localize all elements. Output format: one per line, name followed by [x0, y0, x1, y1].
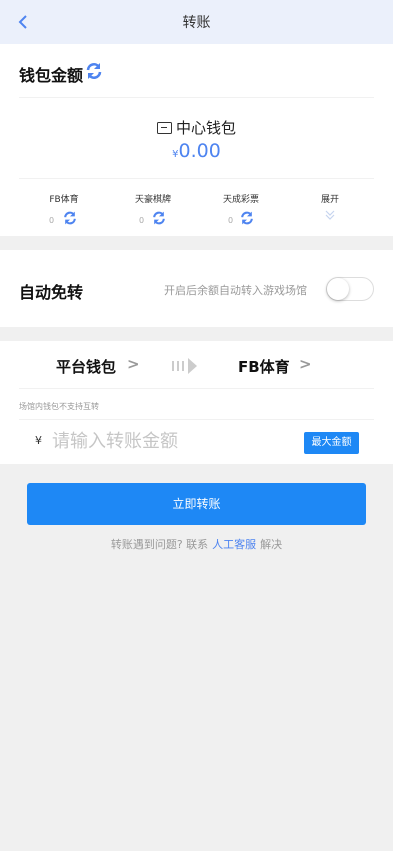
customer-service-link[interactable]: 人工客服	[212, 538, 256, 551]
sub-wallet-value: 0	[228, 216, 234, 225]
sub-wallet-label: 天豪棋牌	[134, 195, 171, 205]
divider	[19, 97, 374, 98]
page-title: 转账	[182, 15, 211, 31]
auto-transfer-toggle[interactable]	[326, 277, 374, 301]
sub-wallet-label: FB体育	[49, 195, 79, 205]
wallet-card: 钱包金额 中心钱包 ¥0.00 FB体育 0 天豪棋牌 0 天成彩票 0 展开	[0, 44, 393, 236]
chevron-right-icon: >	[127, 355, 140, 373]
help-prefix: 转账遇到问题? 联系	[110, 538, 209, 551]
wallet-heading: 钱包金额	[19, 66, 84, 85]
auto-transfer-card: 自动免转 开启后余额自动转入游戏场馆	[0, 250, 393, 327]
transfer-card: 平台钱包 > FB体育 > 场馆内钱包不支持互转 ¥ 最大金额	[0, 341, 393, 464]
divider	[19, 388, 374, 389]
expand-label: 展开	[320, 195, 339, 205]
sub-wallet-value: 0	[139, 216, 145, 225]
toggle-knob	[327, 278, 349, 300]
wallet-icon	[156, 122, 172, 134]
currency-symbol: ¥	[35, 434, 42, 447]
refresh-icon[interactable]	[151, 210, 167, 226]
center-wallet-row: 中心钱包	[0, 117, 393, 138]
help-suffix: 解决	[260, 538, 283, 551]
refresh-icon[interactable]	[84, 61, 104, 81]
to-wallet-selector[interactable]: FB体育	[238, 356, 290, 377]
auto-transfer-description: 开启后余额自动转入游戏场馆	[164, 284, 307, 297]
center-wallet-name: 中心钱包	[175, 119, 236, 137]
max-amount-button[interactable]: 最大金额	[304, 432, 359, 454]
sub-wallet-qipai: 天豪棋牌 0	[118, 192, 188, 225]
submit-transfer-button[interactable]: 立即转账	[27, 483, 366, 525]
refresh-icon[interactable]	[239, 210, 255, 226]
center-wallet-amount: ¥0.00	[0, 140, 393, 162]
sub-wallet-fb: FB体育 0	[29, 192, 99, 225]
from-wallet-selector[interactable]: 平台钱包	[56, 356, 116, 377]
refresh-icon[interactable]	[62, 210, 78, 226]
expand-button[interactable]: 展开	[295, 192, 365, 220]
nav-header: 转账	[0, 0, 393, 44]
sub-wallet-value: 0	[49, 216, 55, 225]
auto-transfer-title: 自动免转	[19, 283, 84, 302]
chevron-right-icon: >	[299, 355, 312, 373]
transfer-direction-icon	[172, 358, 197, 374]
divider	[19, 178, 374, 179]
divider	[19, 419, 374, 420]
double-chevron-down-icon	[325, 210, 335, 220]
sub-wallet-lottery: 天成彩票 0	[206, 192, 276, 225]
transfer-note: 场馆内钱包不支持互转	[19, 402, 99, 411]
transfer-amount-input[interactable]	[52, 427, 272, 455]
help-text: 转账遇到问题? 联系 人工客服 解决	[0, 536, 393, 552]
amount-value: 0.00	[178, 140, 221, 162]
sub-wallet-label: 天成彩票	[222, 195, 259, 205]
